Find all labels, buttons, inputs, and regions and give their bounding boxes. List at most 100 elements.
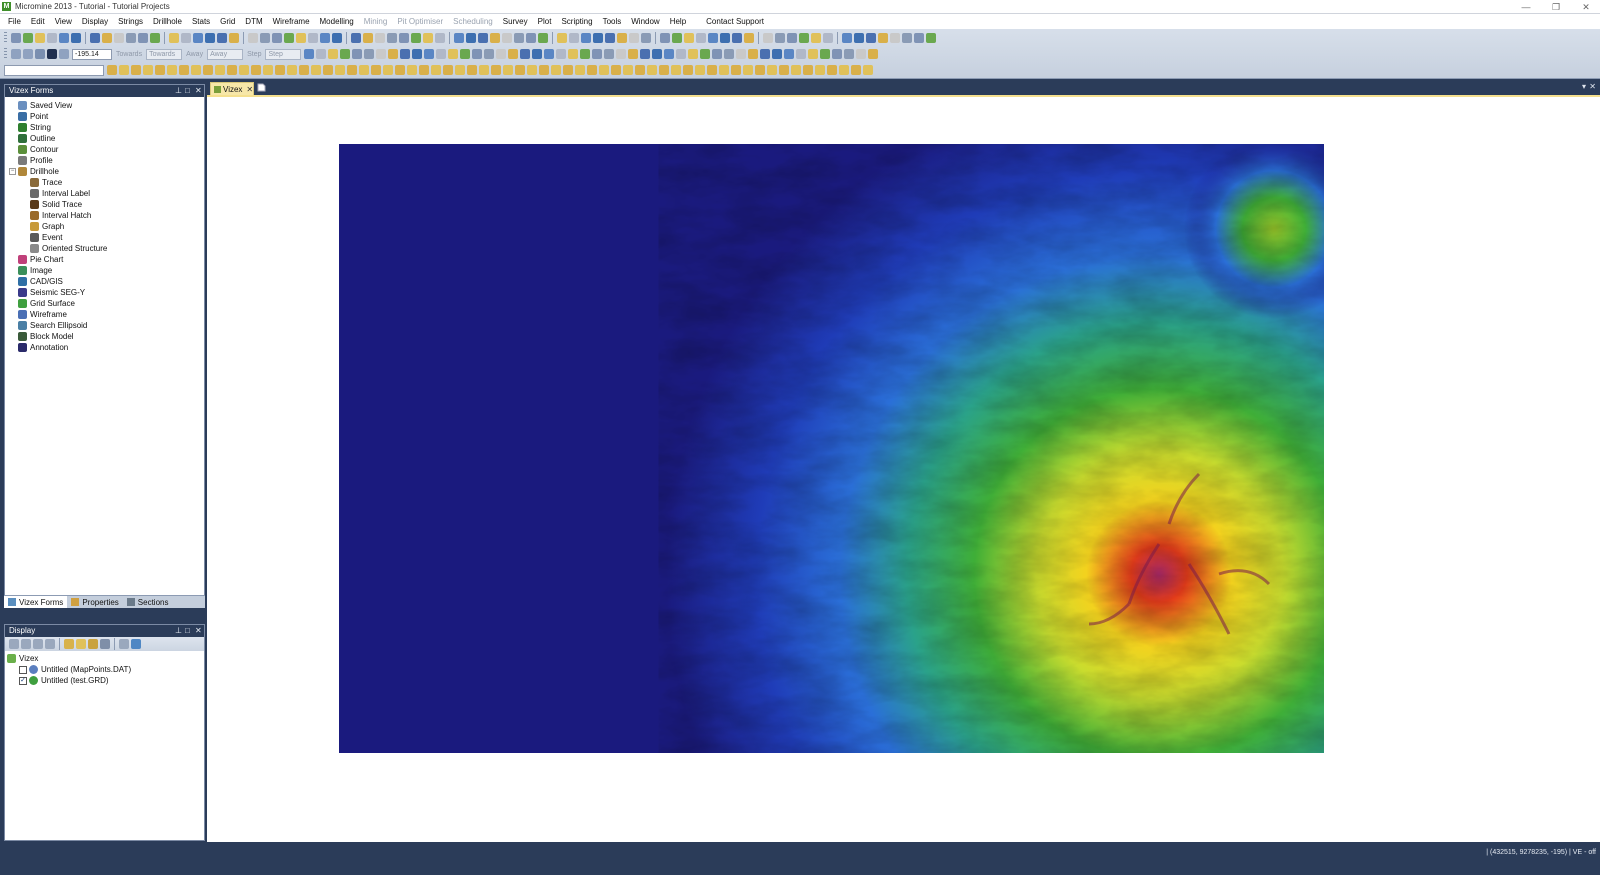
form-item-profile[interactable]: Profile	[18, 155, 53, 166]
menu-display[interactable]: Display	[77, 14, 113, 29]
edit-icon[interactable]	[748, 49, 759, 59]
form-item-point[interactable]: Point	[18, 111, 48, 122]
select-icon[interactable]	[599, 65, 609, 75]
snap-icon[interactable]	[490, 33, 500, 43]
minimize-button[interactable]: —	[1512, 1, 1540, 13]
snap-icon[interactable]	[700, 49, 711, 59]
form-item-outline[interactable]: Outline	[18, 133, 55, 144]
select-icon[interactable]	[448, 49, 459, 59]
layer-icon[interactable]	[671, 65, 681, 75]
menu-tools[interactable]: Tools	[598, 14, 627, 29]
form-item-seismic-seg-y[interactable]: Seismic SEG-Y	[18, 287, 85, 298]
menu-contact-support[interactable]: Contact Support	[701, 14, 769, 29]
select-icon[interactable]	[407, 65, 417, 75]
pan-icon[interactable]	[641, 33, 651, 43]
refresh-icon[interactable]	[131, 639, 141, 649]
close-tab-icon[interactable]: ✕	[246, 85, 253, 94]
select-icon[interactable]	[11, 33, 21, 43]
zoom-icon[interactable]	[664, 49, 675, 59]
refresh-icon[interactable]	[304, 49, 315, 59]
towards-select[interactable]: Towards	[146, 48, 183, 60]
new-tab-icon[interactable]	[257, 83, 266, 92]
form-item-drillhole[interactable]: Drillhole	[18, 166, 59, 177]
snapshot-icon[interactable]	[193, 33, 203, 43]
draw-icon[interactable]	[119, 65, 129, 75]
pin-icon[interactable]: ⊥	[175, 85, 182, 97]
open-layer-icon[interactable]	[64, 639, 74, 649]
document-list-dropdown[interactable]: ▾	[1582, 82, 1586, 91]
float-icon[interactable]: □	[185, 85, 190, 97]
rotate-icon[interactable]	[443, 65, 453, 75]
close-document-button[interactable]: ✕	[1589, 82, 1596, 91]
rotate-icon[interactable]	[466, 33, 476, 43]
form-item-graph[interactable]: Graph	[30, 221, 64, 232]
print-icon[interactable]	[581, 33, 591, 43]
menu-mining[interactable]: Mining	[359, 14, 393, 29]
layer-visibility-checkbox[interactable]	[19, 665, 27, 674]
zoom-icon[interactable]	[866, 33, 876, 43]
refresh-icon[interactable]	[684, 33, 694, 43]
away-select[interactable]: Away	[207, 48, 244, 60]
edit-icon[interactable]	[707, 65, 717, 75]
measure-icon[interactable]	[107, 65, 117, 75]
rotate-icon[interactable]	[484, 49, 495, 59]
draw-icon[interactable]	[732, 33, 742, 43]
menu-scheduling[interactable]: Scheduling	[448, 14, 498, 29]
snap-icon[interactable]	[275, 65, 285, 75]
edit-icon[interactable]	[556, 49, 567, 59]
snapshot-icon[interactable]	[811, 33, 821, 43]
zoom-icon[interactable]	[248, 33, 258, 43]
settings-icon[interactable]	[436, 49, 447, 59]
rotate-icon[interactable]	[635, 65, 645, 75]
form-item-block-model[interactable]: Block Model	[18, 331, 74, 342]
settings-icon[interactable]	[587, 65, 597, 75]
drillhole-expander[interactable]: −	[9, 168, 16, 175]
refresh-icon[interactable]	[496, 49, 507, 59]
pan-icon[interactable]	[419, 65, 429, 75]
query-icon[interactable]	[760, 49, 771, 59]
select-icon[interactable]	[215, 65, 225, 75]
print-preview-icon[interactable]	[412, 49, 423, 59]
rotate-icon[interactable]	[878, 33, 888, 43]
form-item-image[interactable]: Image	[18, 265, 52, 276]
form-item-cad-gis[interactable]: CAD/GIS	[18, 276, 63, 287]
maximize-button[interactable]: ❐	[1542, 1, 1570, 13]
pan-icon[interactable]	[460, 49, 471, 59]
measure-icon[interactable]	[340, 49, 351, 59]
layer-icon[interactable]	[296, 33, 306, 43]
form-item-oriented-structure[interactable]: Oriented Structure	[30, 243, 107, 254]
snapshot-icon[interactable]	[767, 65, 777, 75]
rotate-icon[interactable]	[827, 65, 837, 75]
draw-icon[interactable]	[311, 65, 321, 75]
form-item-saved-view[interactable]: Saved View	[18, 100, 72, 111]
print-preview-icon[interactable]	[796, 49, 807, 59]
print-icon[interactable]	[400, 49, 411, 59]
print-preview-icon[interactable]	[593, 33, 603, 43]
refresh-icon[interactable]	[263, 65, 273, 75]
form-item-trace[interactable]: Trace	[30, 177, 62, 188]
edit-icon[interactable]	[126, 33, 136, 43]
form-item-interval-label[interactable]: Interval Label	[30, 188, 90, 199]
edit-icon[interactable]	[744, 33, 754, 43]
settings-icon[interactable]	[823, 33, 833, 43]
layer-icon[interactable]	[502, 33, 512, 43]
layer-icon[interactable]	[712, 49, 723, 59]
snapshot-icon[interactable]	[383, 65, 393, 75]
query-icon[interactable]	[763, 33, 773, 43]
print-preview-icon[interactable]	[179, 65, 189, 75]
display-layer[interactable]: ✓ Untitled (test.GRD)	[19, 675, 109, 686]
snapshot-icon[interactable]	[605, 33, 615, 43]
move-up-icon[interactable]	[33, 639, 43, 649]
measure-icon[interactable]	[102, 33, 112, 43]
snap-icon[interactable]	[467, 65, 477, 75]
settings-icon[interactable]	[779, 65, 789, 75]
expand-all-icon[interactable]	[9, 639, 19, 649]
close-window-button[interactable]: ✕	[1572, 1, 1600, 13]
display-root[interactable]: Vizex	[7, 653, 38, 664]
draw-icon[interactable]	[736, 49, 747, 59]
tab-sections[interactable]: Sections	[123, 596, 173, 608]
menu-edit[interactable]: Edit	[26, 14, 50, 29]
toolbar-grip[interactable]	[4, 32, 7, 44]
query-icon[interactable]	[527, 65, 537, 75]
export-icon[interactable]	[580, 49, 591, 59]
